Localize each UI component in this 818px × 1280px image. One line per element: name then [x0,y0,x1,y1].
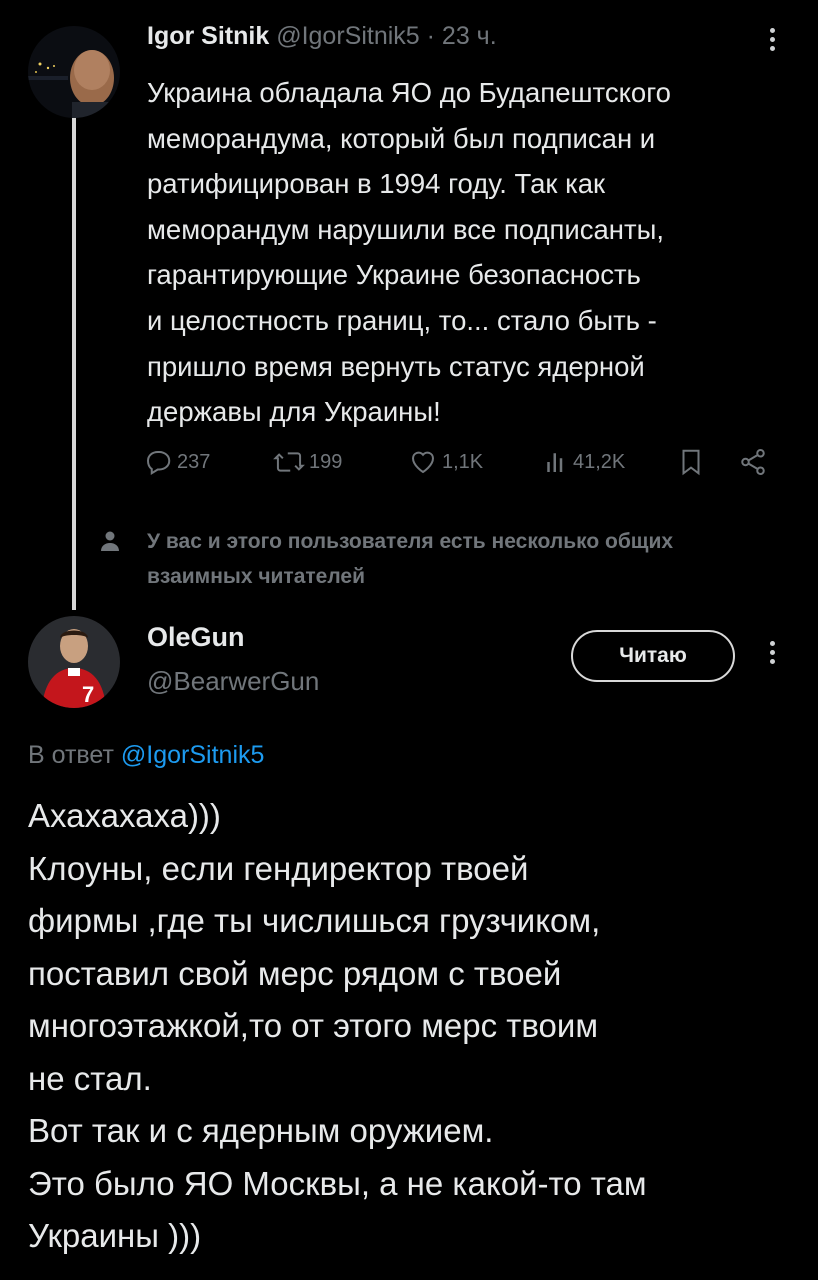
reply-to-prefix: В ответ [28,741,114,769]
person-icon [101,531,119,551]
header-separator: · [426,22,435,50]
tweet-action-bar: 237 199 1,1K 41,2K [143,440,783,484]
retweet-button[interactable]: 199 [273,440,342,484]
like-count: 1,1K [442,450,484,473]
avatar-icon: 7 [28,616,120,708]
heart-icon [411,451,435,474]
more-options-icon[interactable] [770,641,776,668]
views-button[interactable]: 41,2K [543,440,625,484]
views-icon [547,453,563,472]
olegun-avatar[interactable]: 7 [28,616,120,708]
retweet-icon [273,452,305,472]
original-author-handle[interactable]: @IgorSitnik5 [276,22,420,50]
avatar-icon [28,26,120,118]
tweet-timestamp[interactable]: 23 ч. [442,22,497,50]
reply-icon [146,451,171,476]
replying-to-line: В ответ @IgorSitnik5 [28,738,264,772]
original-author-name[interactable]: Igor Sitnik [147,22,269,50]
svg-text:7: 7 [82,682,94,707]
like-button[interactable]: 1,1K [408,440,483,484]
bookmark-icon [682,449,700,476]
retweet-count: 199 [309,450,343,473]
mutual-followers-text: У вас и этого пользователя есть нескольк… [147,530,674,588]
reply-button[interactable]: 237 [143,440,210,484]
share-button[interactable] [738,440,768,484]
original-tweet-text: Украина обладала ЯО до Будапештского мем… [147,77,671,428]
more-options-icon[interactable] [770,28,776,55]
original-tweet-header: Igor Sitnik @IgorSitnik5 · 23 ч. [147,18,497,54]
thread-connector-line [72,115,76,610]
reply-author-name[interactable]: OleGun [147,622,245,653]
reply-author-handle[interactable]: @BearwerGun [147,666,319,697]
following-button[interactable]: Читаю [571,630,735,682]
reply-count: 237 [177,450,211,473]
share-icon [741,449,765,475]
igor-sitnik-avatar[interactable] [28,26,120,118]
bookmark-button[interactable] [678,440,704,484]
reply-tweet-text: Ахахахаха))) Клоуны, если гендиректор тв… [28,797,647,1254]
reply-to-mention-link[interactable]: @IgorSitnik5 [121,741,265,769]
views-count: 41,2K [573,450,626,473]
